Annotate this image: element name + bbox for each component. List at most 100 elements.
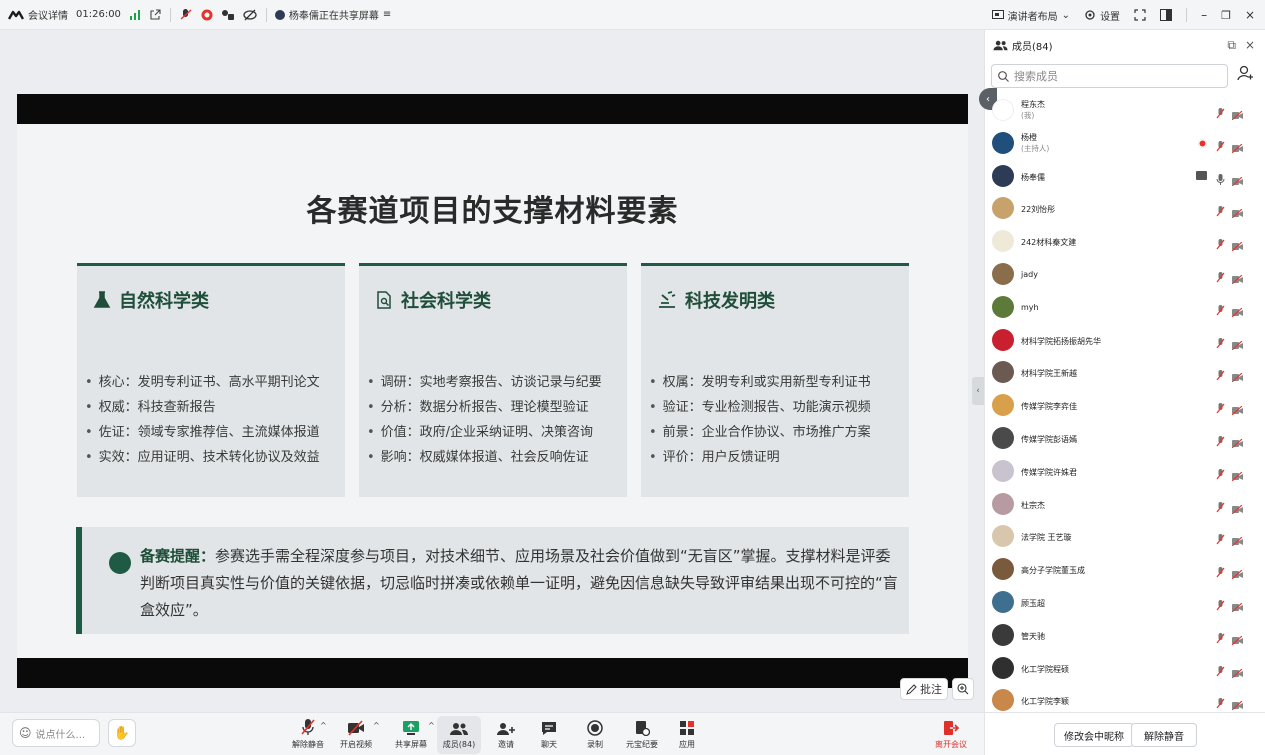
sharing-status[interactable]: 杨奉儒正在共享屏幕 ≡ [274,7,391,22]
camera-off-icon[interactable] [1231,531,1243,550]
ai-summary-button[interactable]: 元宝纪要 [617,716,667,754]
camera-off-icon[interactable] [1231,663,1243,682]
record-button[interactable]: 录制 [570,716,620,754]
microphone-muted-icon[interactable] [1216,104,1225,123]
member-row[interactable]: 法学院 王艺璇 [985,520,1265,553]
member-row[interactable]: 传媒学院李弈佳 [985,389,1265,422]
layout-button[interactable]: 演讲者布局 ⌄ [991,8,1070,23]
microphone-muted-icon[interactable] [1216,268,1225,287]
minimize-icon[interactable]: – [1201,8,1207,22]
member-row[interactable]: 化工学院程硕 [985,652,1265,685]
ai-assistant-icon[interactable] [221,9,235,21]
member-row[interactable]: 传媒学院许姝君 [985,455,1265,488]
microphone-muted-icon[interactable] [1216,432,1225,451]
member-row[interactable]: 高分子学院董玉成 [985,553,1265,586]
microphone-muted-icon[interactable] [1216,465,1225,484]
microphone-muted-icon[interactable] [1216,629,1225,648]
card-item: 验证：专业检测报告、功能演示视频 [649,395,871,420]
camera-off-icon[interactable] [1231,236,1243,255]
camera-off-icon[interactable] [1231,630,1243,649]
camera-off-icon [348,720,364,736]
camera-off-icon[interactable] [1231,564,1243,583]
camera-off-icon[interactable] [1231,105,1243,124]
member-row[interactable]: 杜宗杰 [985,488,1265,521]
zoom-in-button[interactable] [952,678,974,700]
apps-button[interactable]: 应用 [662,716,712,754]
say-something-input[interactable]: ☺ 说点什么... [12,719,100,747]
chat-button[interactable]: 聊天 [524,716,574,754]
annotate-button[interactable]: 批注 [900,678,948,700]
share-options-chevron-icon[interactable]: ^ [428,721,435,730]
external-link-icon[interactable] [149,8,161,21]
card-item: 权威：科技查新报告 [85,395,320,420]
member-row[interactable]: myh [985,291,1265,324]
member-row[interactable]: 管天驰 [985,619,1265,652]
chat-icon [542,722,556,735]
close-icon[interactable]: × [1245,8,1255,22]
member-row[interactable]: 传媒学院彭语嫣 [985,422,1265,455]
meeting-details-button[interactable]: 会议详情 [8,7,68,22]
camera-off-icon[interactable] [1231,138,1243,157]
member-row[interactable]: 杨橙 (主持人) [985,127,1265,160]
microphone-muted-icon[interactable] [1216,301,1225,320]
microphone-muted-icon[interactable] [1216,694,1225,713]
video-options-chevron-icon[interactable]: ^ [373,721,380,730]
network-signal-icon[interactable] [129,9,141,20]
microphone-muted-icon[interactable] [1216,498,1225,517]
camera-off-icon[interactable] [1231,269,1243,288]
popout-icon[interactable]: ⧉ [1227,38,1236,53]
sidebar-toggle-icon[interactable] [1160,9,1173,21]
camera-off-icon[interactable] [1231,400,1243,419]
camera-off-icon[interactable] [1231,203,1243,222]
rename-button[interactable]: 修改会中昵称 [1054,723,1134,747]
camera-off-icon[interactable] [1231,433,1243,452]
layout-icon [991,9,1004,19]
raise-hand-button[interactable]: ✋ [108,719,136,747]
member-row[interactable]: 242材科秦文建 [985,225,1265,258]
member-row[interactable]: 程东杰 (我) [985,94,1265,127]
settings-button[interactable]: 设置 [1084,8,1120,23]
fullscreen-icon[interactable] [1134,9,1146,21]
microphone-muted-icon[interactable] [1216,137,1225,156]
microphone-muted-icon[interactable] [1216,563,1225,582]
microphone-muted-icon[interactable] [1216,530,1225,549]
member-row[interactable]: 杨奉儒 [985,160,1265,193]
camera-off-icon[interactable] [1231,466,1243,485]
member-row[interactable]: 22刘怡彤 [985,192,1265,225]
microphone-muted-icon[interactable] [1216,202,1225,221]
invite-member-icon[interactable] [1237,65,1253,85]
mute-all-icon[interactable] [179,8,193,22]
divider [169,7,171,22]
camera-off-icon[interactable] [1231,335,1243,354]
member-row[interactable]: 材科学院王新越 [985,356,1265,389]
close-panel-icon[interactable]: × [1245,38,1255,53]
leave-meeting-button[interactable]: 离开会议 [926,716,976,754]
member-search-input[interactable]: 搜索成员 [991,64,1228,88]
camera-off-icon[interactable] [1231,499,1243,518]
member-row[interactable]: jady [985,258,1265,291]
recording-indicator-icon[interactable] [201,9,213,21]
camera-off-icon[interactable] [1231,302,1243,321]
top-bar: 会议详情 01:26:00 杨奉儒正在共享屏幕 ≡ 演讲者布局 ⌄ 设置 – ❐… [0,0,1265,30]
member-row[interactable]: 材科学院拓扬振胡先华 [985,324,1265,357]
card-item: 价值：政府/企业采纳证明、决策咨询 [367,420,602,445]
restore-icon[interactable]: ❐ [1221,9,1231,22]
microphone-muted-icon[interactable] [1216,596,1225,615]
microphone-muted-icon[interactable] [1216,334,1225,353]
hide-screen-icon[interactable] [243,9,257,21]
unmute-all-button[interactable]: 解除静音 [1131,723,1197,747]
slide-bottom-letterbox [17,658,968,688]
microphone-muted-icon[interactable] [1216,366,1225,385]
member-row[interactable]: 顾玉超 [985,586,1265,619]
avatar [992,99,1014,121]
side-collapse-handle[interactable]: ‹ [972,377,984,405]
camera-off-icon[interactable] [1231,367,1243,386]
microphone-muted-icon[interactable] [1216,662,1225,681]
unmute-options-chevron-icon[interactable]: ^ [320,721,327,730]
camera-off-icon[interactable] [1231,597,1243,616]
camera-off-icon[interactable] [1231,171,1243,190]
members-button[interactable]: 成员(84) [437,716,481,754]
microphone-muted-icon[interactable] [1216,235,1225,254]
microphone-muted-icon[interactable] [1216,399,1225,418]
microphone-icon[interactable] [1216,170,1225,189]
